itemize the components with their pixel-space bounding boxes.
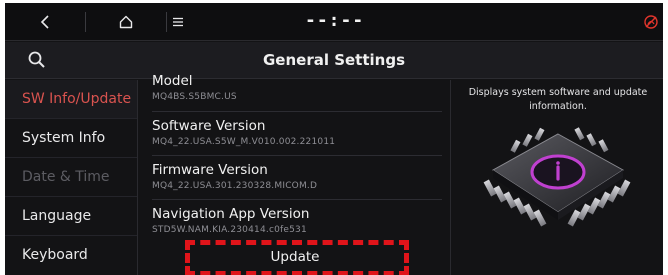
settings-sidebar: SW Info/Update System Info Date & Time L… xyxy=(5,80,137,275)
divider xyxy=(152,111,442,112)
update-button[interactable]: Update xyxy=(184,240,406,275)
sidebar-item-sw-info-update[interactable]: SW Info/Update xyxy=(5,80,137,119)
list-item-title: Firmware Version xyxy=(152,162,268,178)
hamburger-menu-icon xyxy=(173,17,183,27)
list-item-navigation-app-version: Navigation App Version STD5W.NAM.KIA.230… xyxy=(152,206,447,235)
list-item-title: Navigation App Version xyxy=(152,206,310,222)
no-network-icon xyxy=(644,15,658,29)
list-item-title: Model xyxy=(152,73,193,89)
list-item-model: Model MQ4BS.S5BMC.US xyxy=(152,73,447,102)
chip-info-icon xyxy=(473,120,643,244)
sidebar-item-date-time: Date & Time xyxy=(5,158,137,197)
clock: --:-- xyxy=(305,10,365,31)
menu-button[interactable] xyxy=(167,3,189,41)
head-unit-screen: --:-- General Settings SW Info/Update Sy… xyxy=(5,3,663,275)
sidebar-item-keyboard[interactable]: Keyboard xyxy=(5,236,137,275)
sidebar-item-language[interactable]: Language xyxy=(5,197,137,236)
list-item-value: MQ4BS.S5BMC.US xyxy=(152,92,237,102)
list-item-software-version: Software Version MQ4_22.USA.S5W_M.V010.0… xyxy=(152,118,447,147)
status-indicator xyxy=(643,14,659,34)
divider xyxy=(152,155,442,156)
home-icon xyxy=(119,15,133,29)
list-item-value: MQ4_22.USA.301.230328.MICOM.D xyxy=(152,181,318,191)
list-item-value: STD5W.NAM.KIA.230414.c0fe531 xyxy=(152,225,307,235)
page-title: General Settings xyxy=(262,51,406,69)
list-item-title: Software Version xyxy=(152,118,266,134)
list-item-value: MQ4_22.USA.S5W_M.V010.002.221011 xyxy=(152,137,336,147)
list-item-firmware-version: Firmware Version MQ4_22.USA.301.230328.M… xyxy=(152,162,447,191)
back-button[interactable] xyxy=(5,3,85,41)
back-chevron-icon xyxy=(40,15,49,29)
software-info-list[interactable]: Model MQ4BS.S5BMC.US Software Version MQ… xyxy=(138,73,450,275)
panel-description: Displays system software and update info… xyxy=(468,87,648,112)
description-panel: Displays system software and update info… xyxy=(451,80,663,275)
sidebar-item-system-info[interactable]: System Info xyxy=(5,119,137,158)
divider xyxy=(152,199,442,200)
home-button[interactable] xyxy=(86,3,166,41)
status-bar: --:-- xyxy=(5,3,663,41)
